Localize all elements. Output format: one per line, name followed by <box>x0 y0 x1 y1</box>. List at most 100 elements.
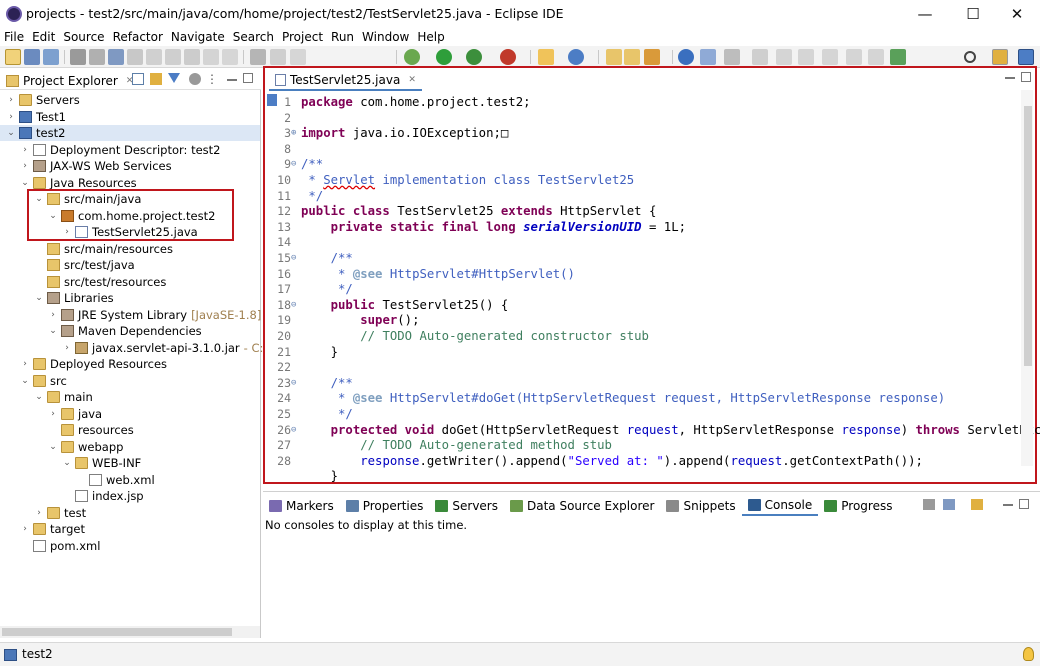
save-icon[interactable] <box>24 49 40 65</box>
next-annotation-icon[interactable] <box>146 49 162 65</box>
collapsed-icon[interactable]: › <box>6 92 16 108</box>
code-line[interactable]: 26 ⊖ protected void doGet(HttpServletRequ… <box>265 423 1040 439</box>
open-type-icon[interactable] <box>89 49 105 65</box>
debug-icon[interactable] <box>404 49 420 65</box>
close-button[interactable]: ✕ <box>994 0 1040 28</box>
expanded-icon[interactable]: ⌄ <box>34 389 44 405</box>
editor-tab[interactable]: TestServlet25.java ✕ <box>269 71 422 91</box>
new-java-project-icon[interactable] <box>538 49 554 65</box>
collapsed-icon[interactable]: › <box>48 307 58 323</box>
last-edit-icon[interactable] <box>752 49 768 65</box>
code-line[interactable]: 18 ⊖ public TestServlet25() { <box>265 298 1025 314</box>
tree-item[interactable]: › java <box>0 406 260 422</box>
tree-item[interactable]: › Test1 <box>0 109 260 125</box>
tab-data-source-explorer[interactable]: Data Source Explorer <box>504 496 660 516</box>
tree-item[interactable]: › target <box>0 521 260 537</box>
tree-item[interactable]: ⌄ Maven Dependencies <box>0 323 260 339</box>
tree-item[interactable]: ⌄ main <box>0 389 260 405</box>
fold-icon[interactable]: ⊖ <box>291 376 296 392</box>
tree-item[interactable]: › javax.servlet-api-3.1.0.jar- C:\Use <box>0 340 289 356</box>
open-folder-icon[interactable] <box>606 49 622 65</box>
back-icon[interactable] <box>776 49 792 65</box>
tree-item[interactable]: › Servers <box>0 92 260 108</box>
menu-search[interactable]: Search <box>229 28 278 46</box>
search-flashlight-icon[interactable] <box>644 49 660 65</box>
tree-item[interactable]: ⌄ WEB-INF <box>0 455 260 471</box>
tab-progress[interactable]: Progress <box>818 496 898 516</box>
project-explorer-tab[interactable]: Project Explorer ✕ <box>2 71 137 90</box>
forward-history-icon[interactable] <box>868 49 884 65</box>
horizontal-scrollbar[interactable] <box>0 626 260 638</box>
tab-markers[interactable]: Markers <box>263 496 340 516</box>
scrollbar-thumb[interactable] <box>1024 106 1032 366</box>
menu-refactor[interactable]: Refactor <box>109 28 167 46</box>
code-line[interactable]: 22 <box>265 360 1025 376</box>
maximize-editor-icon[interactable] <box>1021 72 1031 82</box>
menu-project[interactable]: Project <box>278 28 327 46</box>
format-icon[interactable] <box>270 49 286 65</box>
code-line[interactable]: 10 * Servlet implementation class TestSe… <box>265 173 1025 189</box>
code-line[interactable]: 1 package com.home.project.test2; <box>265 95 1025 111</box>
code-line[interactable]: 16 * @see HttpServlet#HttpServlet() <box>265 267 1025 283</box>
run-last-icon[interactable] <box>466 49 482 65</box>
expanded-icon[interactable]: ⌄ <box>20 373 30 389</box>
tree-item[interactable]: web.xml <box>0 472 260 488</box>
view-menu-icon[interactable]: ⋮ <box>206 73 218 85</box>
external-tools-icon[interactable] <box>500 49 516 65</box>
menu-source[interactable]: Source <box>59 28 108 46</box>
expanded-icon[interactable]: ⌄ <box>6 125 16 141</box>
pin-console-icon[interactable] <box>923 499 935 510</box>
code-line[interactable]: 13 private static final long serialVersi… <box>265 220 1025 236</box>
minimize-view-icon[interactable] <box>227 79 237 81</box>
code-line[interactable]: 20 // TODO Auto-generated constructor st… <box>265 329 1025 345</box>
vertical-scrollbar[interactable] <box>1021 90 1033 466</box>
menu-edit[interactable]: Edit <box>28 28 59 46</box>
navigate-back-icon[interactable] <box>822 49 838 65</box>
code-line[interactable]: 21 } <box>265 345 1025 361</box>
open-project-icon[interactable] <box>624 49 640 65</box>
tree-item[interactable]: src/test/resources <box>0 274 260 290</box>
collapsed-icon[interactable]: › <box>20 142 30 158</box>
menu-navigate[interactable]: Navigate <box>167 28 229 46</box>
menu-file[interactable]: File <box>0 28 28 46</box>
new-class-icon[interactable] <box>568 49 584 65</box>
tree-item[interactable]: ⌄ src <box>0 373 260 389</box>
code-line[interactable]: 19 super(); <box>265 313 1025 329</box>
save-all-icon[interactable] <box>43 49 59 65</box>
collapsed-icon[interactable]: › <box>6 109 16 125</box>
open-perspective-icon[interactable] <box>992 49 1008 65</box>
filter-icon[interactable] <box>168 73 180 85</box>
menu-help[interactable]: Help <box>413 28 448 46</box>
collapsed-icon[interactable]: › <box>20 158 30 174</box>
toggle-mark-icon[interactable] <box>127 49 143 65</box>
build-icon[interactable] <box>70 49 86 65</box>
minimize-editor-icon[interactable] <box>1005 77 1015 79</box>
minimize-panel-icon[interactable] <box>1003 504 1013 506</box>
menu-run[interactable]: Run <box>327 28 358 46</box>
tree-item[interactable]: ⌄ webapp <box>0 439 260 455</box>
collapse-all-icon[interactable] <box>132 73 144 85</box>
fold-icon[interactable]: ⊕ <box>291 126 296 142</box>
tree-item[interactable]: src/test/java <box>0 257 260 273</box>
code-editor[interactable]: 1 package com.home.project.test2; 2 3 ⊕ impor… <box>265 92 1040 483</box>
java-ee-perspective-icon[interactable] <box>1018 49 1034 65</box>
code-line[interactable]: 14 <box>265 235 1025 251</box>
code-line[interactable]: 12 public class TestServlet25 extends Htt… <box>265 204 1025 220</box>
code-line[interactable]: 9 ⊖ /** <box>265 157 1025 173</box>
tree-item[interactable]: › test <box>0 505 260 521</box>
code-line[interactable]: 27 // TODO Auto-generated method stub <box>265 438 1025 454</box>
tree-item[interactable]: index.jsp <box>0 488 260 504</box>
collapsed-icon[interactable]: › <box>20 521 30 537</box>
maximize-view-icon[interactable] <box>243 73 253 83</box>
collapsed-icon[interactable]: › <box>20 356 30 372</box>
pin-editor-icon[interactable] <box>890 49 906 65</box>
fold-icon[interactable]: ⊖ <box>291 423 296 439</box>
fold-icon[interactable]: ⊖ <box>291 251 296 267</box>
search-icon[interactable] <box>964 51 976 63</box>
new-icon[interactable] <box>5 49 21 65</box>
code-line[interactable]: 28 response.getWriter().append("Served a… <box>265 454 1025 470</box>
fold-icon[interactable]: ⊖ <box>291 157 296 173</box>
tab-console[interactable]: Console <box>741 496 819 516</box>
tab-snippets[interactable]: Snippets <box>660 496 741 516</box>
code-line[interactable]: 8 <box>265 142 1025 158</box>
